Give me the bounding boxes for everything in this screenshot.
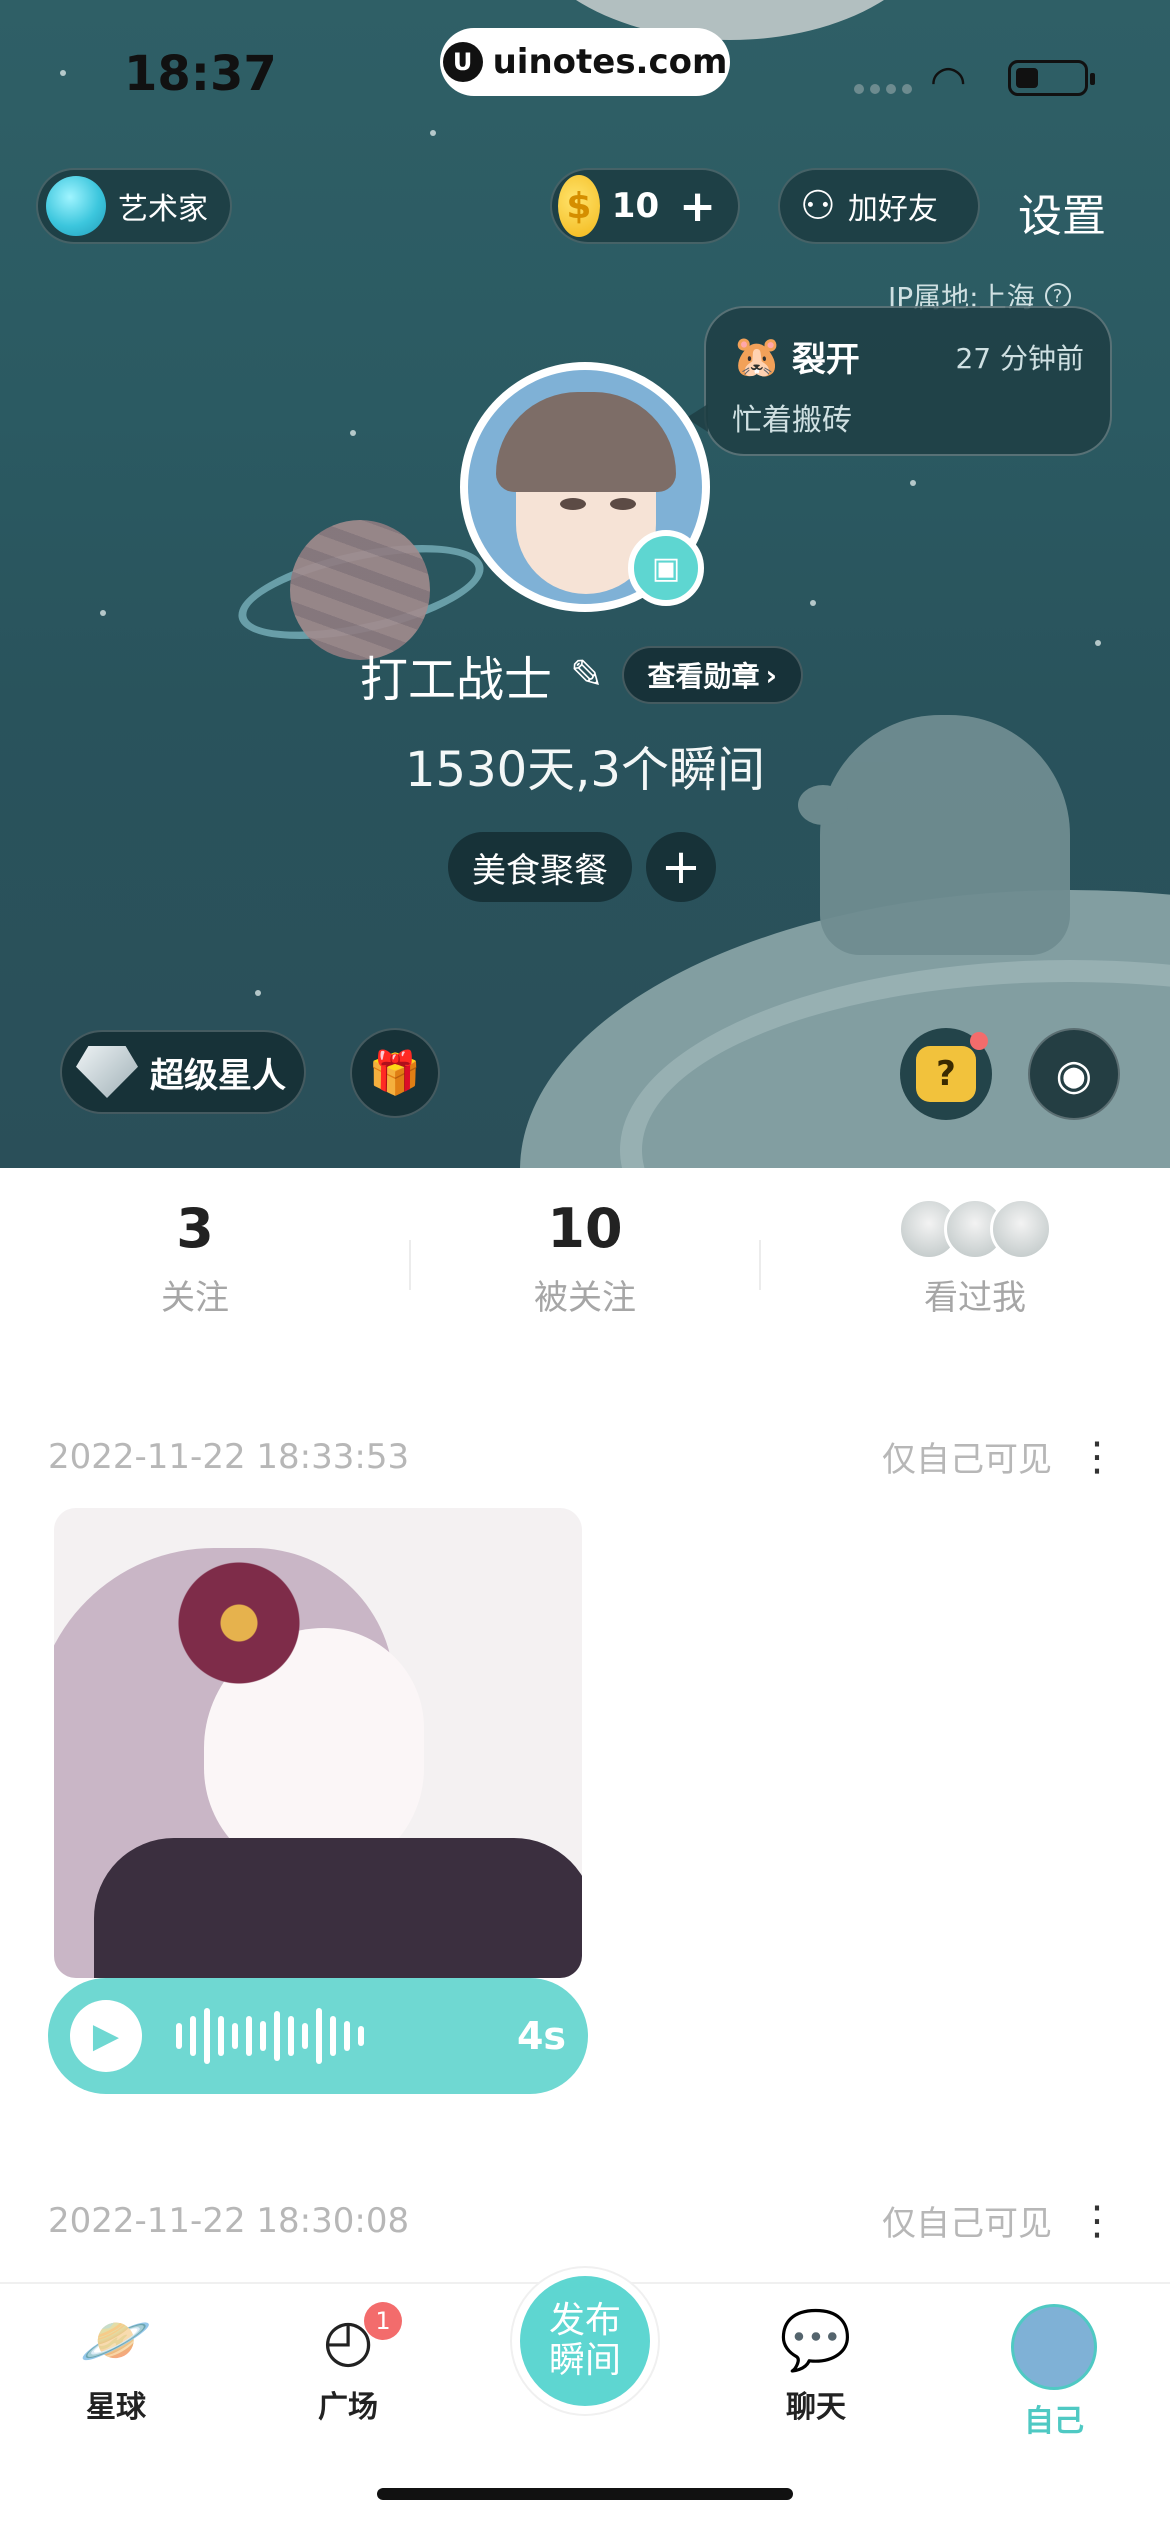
publish-moment-button[interactable]: 发布 瞬间 [512, 2268, 658, 2414]
saturn-decoration [290, 520, 430, 660]
status-text: 裂开 [791, 340, 860, 380]
add-tag-button[interactable]: + [646, 832, 716, 902]
artist-role-button[interactable]: 艺术家 [36, 168, 232, 244]
star-decoration [100, 610, 106, 616]
star-decoration [810, 600, 816, 606]
artist-orb-icon [46, 176, 106, 236]
add-user-icon: ⚇ [800, 183, 836, 229]
star-decoration [430, 130, 436, 136]
following-stat[interactable]: 3 关注 [0, 1168, 390, 1348]
visitors-stat[interactable]: 看过我 [780, 1168, 1170, 1348]
visitor-avatars [898, 1197, 1052, 1260]
star-decoration [255, 990, 261, 996]
super-star-button[interactable]: 超级星人 [60, 1030, 306, 1114]
followers-stat[interactable]: 10 被关注 [390, 1168, 780, 1348]
status-bubble[interactable]: 🐹 裂开 27 分钟前 忙着搬砖 [686, 306, 1112, 456]
interest-tag[interactable]: 美食聚餐 [448, 832, 632, 902]
post-datetime: 2022-11-22 18:30:08 [48, 2200, 410, 2241]
site-text: uinotes.com [492, 42, 728, 82]
coins-button[interactable]: $ 10 + [550, 168, 740, 244]
diamond-icon [76, 1046, 138, 1098]
more-options-icon[interactable]: ⋮ [1072, 2201, 1122, 2241]
add-friend-label: 加好友 [847, 192, 938, 227]
status-emoji-icon: 🐹 [732, 334, 782, 380]
gift-button[interactable]: 🎁 [350, 1028, 440, 1118]
post-image[interactable] [54, 1508, 582, 1978]
coin-icon: $ [558, 175, 600, 237]
home-indicator [377, 2488, 793, 2500]
voice-message-player[interactable]: ▶ 4s [48, 1978, 588, 2094]
wifi-icon: ◠ [930, 56, 967, 105]
avatar [1011, 2304, 1097, 2390]
tab-label: 自己 [1024, 2404, 1084, 2439]
gift-icon: 🎁 [368, 1048, 422, 1097]
star-decoration [1095, 640, 1101, 646]
status-note: 忙着搬砖 [732, 403, 852, 438]
mystery-box-button[interactable]: ? [900, 1028, 992, 1120]
notification-dot [970, 1032, 988, 1050]
divider [759, 1240, 761, 1290]
planet-icon: 🪐 [79, 2305, 153, 2374]
profile-page: 18:37 U uinotes.com ◠ 艺术家 $ 10 + ⚇ 加好友 设… [0, 0, 1170, 2532]
post-header: 2022-11-22 18:30:08 仅自己可见 ⋮ [48, 2196, 1122, 2245]
followers-label: 被关注 [534, 1278, 636, 1318]
more-options-icon[interactable]: ⋮ [1072, 1437, 1122, 1477]
star-decoration [350, 430, 356, 436]
tag-row: 美食聚餐 + [448, 832, 716, 902]
microphone-icon: ◉ [1055, 1049, 1093, 1099]
battery-icon [1008, 60, 1095, 96]
post-visibility: 仅自己可见 [882, 1440, 1052, 1480]
star-decoration [60, 70, 66, 76]
tab-planet[interactable]: 🪐 星球 [36, 2304, 196, 2426]
tab-label: 广场 [318, 2390, 378, 2425]
coin-count: 10 [611, 186, 660, 226]
add-friend-button[interactable]: ⚇ 加好友 [778, 168, 980, 244]
user-name: 打工战士 [360, 652, 553, 708]
days-summary: 1530天,3个瞬间 [405, 742, 765, 798]
stats-row: 3 关注 10 被关注 看过我 [0, 1168, 1170, 1348]
post-header: 2022-11-22 18:33:53 仅自己可见 ⋮ [48, 1432, 1122, 1481]
status-time: 18:37 [124, 46, 277, 102]
post-datetime: 2022-11-22 18:33:53 [48, 1436, 410, 1477]
view-medals-label: 查看勋章 [647, 660, 760, 693]
super-star-label: 超级星人 [150, 1055, 286, 1096]
chevron-right-icon: › [765, 658, 778, 692]
tab-label: 星球 [86, 2390, 146, 2425]
waveform-icon [176, 2008, 364, 2064]
plus-icon: + [679, 180, 716, 232]
cell-signal-icon [854, 84, 912, 94]
profile-hero: 18:37 U uinotes.com ◠ 艺术家 $ 10 + ⚇ 加好友 设… [0, 0, 1170, 1168]
tab-label: 聊天 [786, 2390, 846, 2425]
play-icon[interactable]: ▶ [70, 2000, 142, 2072]
tab-square[interactable]: ◴ 1 广场 [268, 2302, 428, 2426]
site-logo-icon: U [442, 42, 483, 82]
settings-button[interactable]: 设置 [1018, 180, 1106, 244]
robot-badge-icon[interactable]: ▣ [628, 530, 704, 606]
voice-button[interactable]: ◉ [1028, 1028, 1120, 1120]
publish-label-line2: 瞬间 [548, 2340, 621, 2381]
artist-label: 艺术家 [118, 192, 208, 227]
star-decoration [910, 480, 916, 486]
post-visibility: 仅自己可见 [882, 2204, 1052, 2244]
visitors-label: 看过我 [924, 1277, 1026, 1318]
mystery-box-icon: ? [916, 1046, 976, 1102]
notification-badge: 1 [364, 2302, 402, 2340]
tab-me[interactable]: 自己 [974, 2304, 1134, 2440]
site-watermark: U uinotes.com [440, 28, 730, 96]
following-count: 3 [176, 1197, 214, 1260]
divider [409, 1240, 411, 1290]
chat-icon: 💬 [779, 2305, 853, 2374]
edit-icon[interactable]: ✎ [570, 652, 604, 698]
tab-chat[interactable]: 💬 聊天 [736, 2304, 896, 2426]
status-time-ago: 27 分钟前 [955, 341, 1084, 375]
publish-label-line1: 发布 [548, 2300, 621, 2341]
name-row: 打工战士 ✎ 查看勋章 › [360, 640, 804, 710]
voice-duration: 4s [516, 2014, 566, 2058]
view-medals-button[interactable]: 查看勋章 › [621, 646, 804, 704]
followers-count: 10 [547, 1197, 623, 1260]
following-label: 关注 [161, 1278, 229, 1318]
